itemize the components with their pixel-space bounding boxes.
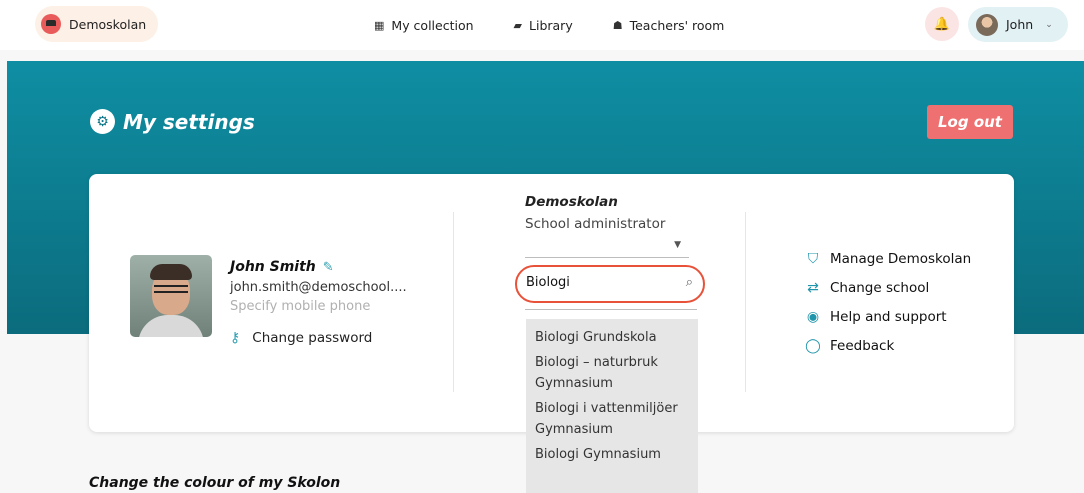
avatar (976, 13, 998, 36)
page-title-text: My settings (123, 109, 255, 134)
change-school-label: Change school (830, 279, 930, 296)
suggestion-item[interactable]: Biologi – naturbruk Gymnasium (526, 352, 698, 394)
school-name: Demoskolan (525, 194, 618, 210)
user-name-text: John Smith (230, 259, 316, 275)
suggestion-item[interactable]: Biologi i vattenmiljöer Gymnasium (526, 398, 698, 440)
colour-section-title: Change the colour of my Skolon (89, 475, 341, 491)
page-title: ⚙ My settings (90, 109, 255, 134)
search-underline (525, 309, 697, 310)
user-menu-label: John (1006, 17, 1034, 32)
school-logo-icon (41, 14, 61, 34)
settings-gears-icon: ⚙ (90, 109, 115, 134)
suggestion-item[interactable]: Biologi Grundskola (526, 327, 698, 348)
user-menu-button[interactable]: John ⌄ (968, 7, 1068, 42)
grid-icon: ▦ (374, 18, 385, 32)
feedback-link[interactable]: ◯ Feedback (805, 331, 971, 360)
feedback-label: Feedback (830, 337, 895, 354)
column-divider (453, 212, 454, 392)
nav-my-collection[interactable]: ▦ My collection (374, 18, 474, 33)
change-school-link[interactable]: ⇄ Change school (805, 273, 971, 302)
column-divider (745, 212, 746, 392)
pencil-edit-icon[interactable]: ✎ (323, 260, 334, 275)
nav-teachers-room[interactable]: ☗ Teachers' room (613, 18, 725, 33)
lifebuoy-icon: ◉ (806, 308, 820, 325)
user-email: john.smith@demoschool.... (230, 280, 407, 295)
manage-school-label: Manage Demoskolan (830, 250, 972, 267)
help-support-label: Help and support (830, 308, 947, 325)
school-role: School administrator (525, 216, 666, 232)
change-password-link[interactable]: ⚷ Change password (230, 330, 372, 346)
book-icon: ▰ (513, 18, 523, 32)
chevron-down-icon: ⌄ (1045, 19, 1053, 30)
users-icon: ☗ (612, 18, 623, 32)
main-nav: ▦ My collection ▰ Library ☗ Teachers' ro… (374, 0, 724, 50)
shield-icon: ⛉ (807, 250, 819, 267)
search-icon[interactable]: ⌕ (686, 275, 693, 290)
notifications-button[interactable]: 🔔 (925, 7, 959, 41)
change-password-label: Change password (252, 330, 373, 346)
nav-library-label: Library (529, 17, 573, 33)
nav-library[interactable]: ▰ Library (514, 18, 573, 33)
subject-suggestions-dropdown: Biologi Grundskola Biologi – naturbruk G… (526, 319, 698, 493)
help-support-link[interactable]: ◉ Help and support (805, 302, 971, 331)
school-switcher-button[interactable]: Demoskolan (35, 6, 159, 42)
nav-my-collection-label: My collection (391, 17, 474, 33)
subject-search-input[interactable] (526, 275, 676, 290)
subject-search-field[interactable]: ⌕ (515, 265, 705, 303)
chat-bubble-icon: ◯ (805, 337, 821, 354)
suggestion-item[interactable]: Biologi Gymnasium (526, 444, 698, 465)
role-select[interactable]: ▼ (525, 238, 689, 258)
profile-photo[interactable] (130, 255, 212, 337)
settings-links: ⛉ Manage Demoskolan ⇄ Change school ◉ He… (805, 244, 971, 360)
school-switcher-label: Demoskolan (69, 16, 147, 32)
swap-icon: ⇄ (807, 279, 819, 296)
mobile-phone-field[interactable]: Specify mobile phone (230, 299, 370, 314)
top-navigation: Demoskolan ▦ My collection ▰ Library ☗ T… (0, 0, 1084, 50)
bell-icon: 🔔 (933, 16, 951, 32)
caret-down-icon: ▼ (674, 240, 681, 250)
nav-teachers-room-label: Teachers' room (629, 17, 725, 33)
manage-school-link[interactable]: ⛉ Manage Demoskolan (805, 244, 972, 273)
key-icon: ⚷ (230, 330, 241, 346)
user-name: John Smith ✎ (230, 259, 334, 275)
logout-button[interactable]: Log out (927, 105, 1013, 139)
